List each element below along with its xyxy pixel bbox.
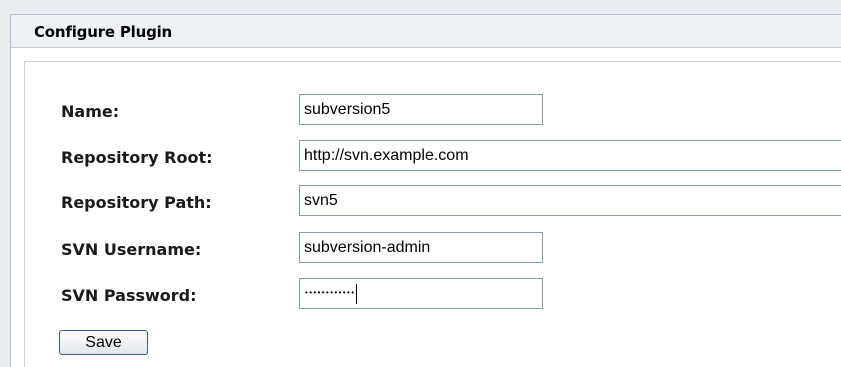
panel-title: Configure Plugin [34, 23, 173, 41]
password-mask: •••••••••••• [304, 289, 355, 298]
svn-username-row: SVN Username: [25, 232, 841, 268]
svn-username-label: SVN Username: [61, 240, 202, 259]
name-input[interactable] [299, 94, 543, 125]
name-row: Name: [25, 94, 841, 130]
plugin-form: Name: Repository Root: Repository Path: … [24, 61, 841, 367]
panel-header: Configure Plugin [11, 15, 841, 48]
configure-plugin-panel: Configure Plugin Name: Repository Root: … [10, 14, 841, 367]
svn-username-input[interactable] [299, 232, 543, 263]
svn-password-input[interactable]: •••••••••••• [299, 278, 543, 309]
svn-password-row: SVN Password: •••••••••••• [25, 278, 841, 314]
repository-root-label: Repository Root: [61, 148, 213, 167]
svn-password-label: SVN Password: [61, 286, 197, 305]
repository-root-input[interactable] [299, 140, 841, 171]
repository-path-input[interactable] [299, 185, 841, 216]
repository-root-row: Repository Root: [25, 140, 841, 176]
text-caret [356, 283, 358, 304]
save-button[interactable]: Save [59, 330, 148, 355]
repository-path-label: Repository Path: [61, 193, 212, 212]
repository-path-row: Repository Path: [25, 185, 841, 221]
name-label: Name: [61, 102, 120, 121]
